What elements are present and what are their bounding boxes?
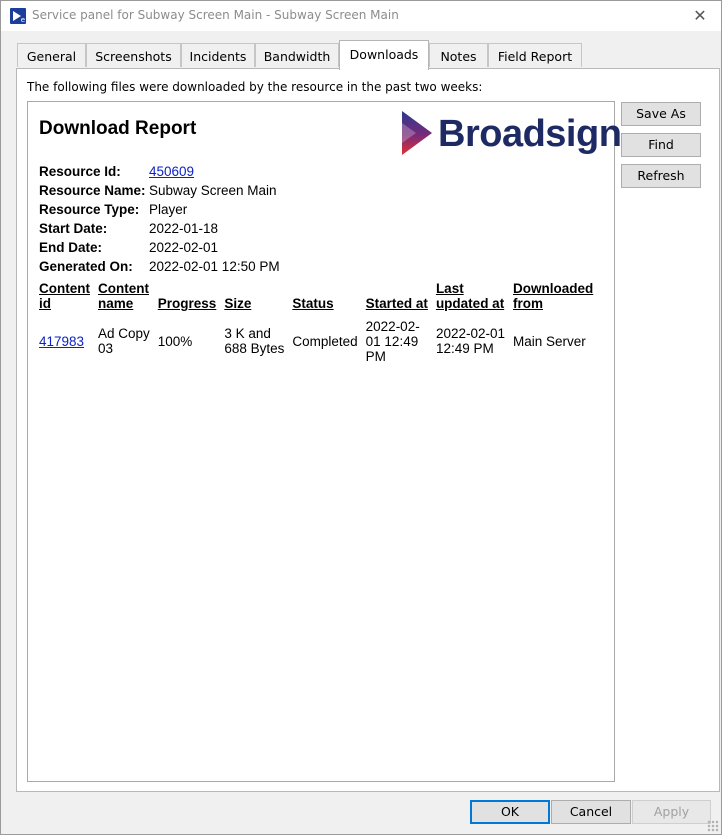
meta-value: 2022-01-18 xyxy=(149,221,219,236)
header-downloaded-from: Downloaded from xyxy=(513,281,594,311)
broadsign-logo: Broadsign xyxy=(402,111,622,159)
broadsign-logo-icon xyxy=(402,111,432,155)
meta-value: Player xyxy=(149,202,188,217)
header-status: Status xyxy=(292,296,334,311)
tab-incidents[interactable]: Incidents xyxy=(181,43,255,67)
window-title: Service panel for Subway Screen Main - S… xyxy=(32,8,399,22)
resource-id-link[interactable]: 450609 xyxy=(149,164,194,179)
broadsign-logo-text: Broadsign xyxy=(438,113,622,155)
header-content-id: Content id xyxy=(39,281,90,311)
meta-value: 2022-02-01 xyxy=(149,240,219,255)
meta-label: Start Date: xyxy=(39,221,108,236)
header-content-name: Content name xyxy=(98,281,149,311)
report-title: Download Report xyxy=(39,118,197,139)
meta-label: Generated On: xyxy=(39,259,133,274)
title-bar[interactable]: e Service panel for Subway Screen Main -… xyxy=(1,1,721,31)
intro-text: The following files were downloaded by t… xyxy=(27,80,483,94)
refresh-button[interactable]: Refresh xyxy=(621,164,701,188)
tab-screenshots[interactable]: Screenshots xyxy=(86,43,181,67)
cell-status: Completed xyxy=(292,333,358,349)
cell-last-updated-at: 2022-02-01 12:49 PM xyxy=(435,326,505,356)
header-started-at: Started at xyxy=(365,296,428,311)
downloads-table: Content id Content name Progress Size Stat… xyxy=(39,281,601,365)
meta-value: Subway Screen Main xyxy=(149,183,277,198)
tab-notes[interactable]: Notes xyxy=(429,43,488,67)
tab-field-report[interactable]: Field Report xyxy=(488,43,582,67)
meta-value: 2022-02-01 12:50 PM xyxy=(149,259,280,274)
tab-downloads[interactable]: Downloads xyxy=(339,40,429,70)
save-as-button[interactable]: Save As xyxy=(621,102,701,126)
cell-content-name: Ad Copy 03 xyxy=(98,326,150,356)
ok-button[interactable]: OK xyxy=(470,800,550,824)
meta-label: Resource Type: xyxy=(39,202,140,217)
tab-bandwidth[interactable]: Bandwidth xyxy=(255,43,339,67)
header-last-updated-at: Last updated at xyxy=(435,281,505,311)
meta-label: Resource Name: xyxy=(39,183,146,198)
close-icon[interactable]: ✕ xyxy=(689,5,711,27)
cancel-button[interactable]: Cancel xyxy=(551,800,631,824)
content-id-link[interactable]: 417983 xyxy=(39,334,84,349)
meta-label: End Date: xyxy=(39,240,103,255)
header-progress: Progress xyxy=(157,296,217,311)
cell-size: 3 K and 688 Bytes xyxy=(224,326,285,356)
cell-progress: 100% xyxy=(157,333,193,349)
meta-label: Resource Id: xyxy=(39,164,121,179)
cell-downloaded-from: Main Server xyxy=(513,333,586,349)
table-header-row: Content id Content name Progress Size Stat… xyxy=(39,281,601,317)
table-row: 417983 Ad Copy 03 100% 3 K and 688 Bytes C… xyxy=(39,317,601,365)
cell-content-id: 417983 xyxy=(39,317,98,365)
tab-general[interactable]: General xyxy=(17,43,86,67)
download-report-view[interactable]: Download Report Broadsign Resource Id: 4… xyxy=(27,101,622,782)
apply-button[interactable]: Apply xyxy=(632,800,711,824)
find-button[interactable]: Find xyxy=(621,133,701,157)
resize-grip[interactable] xyxy=(707,820,719,832)
header-size: Size xyxy=(224,296,252,311)
cell-started-at: 2022-02- 01 12:49 PM xyxy=(365,318,420,364)
app-icon: e xyxy=(10,8,26,24)
